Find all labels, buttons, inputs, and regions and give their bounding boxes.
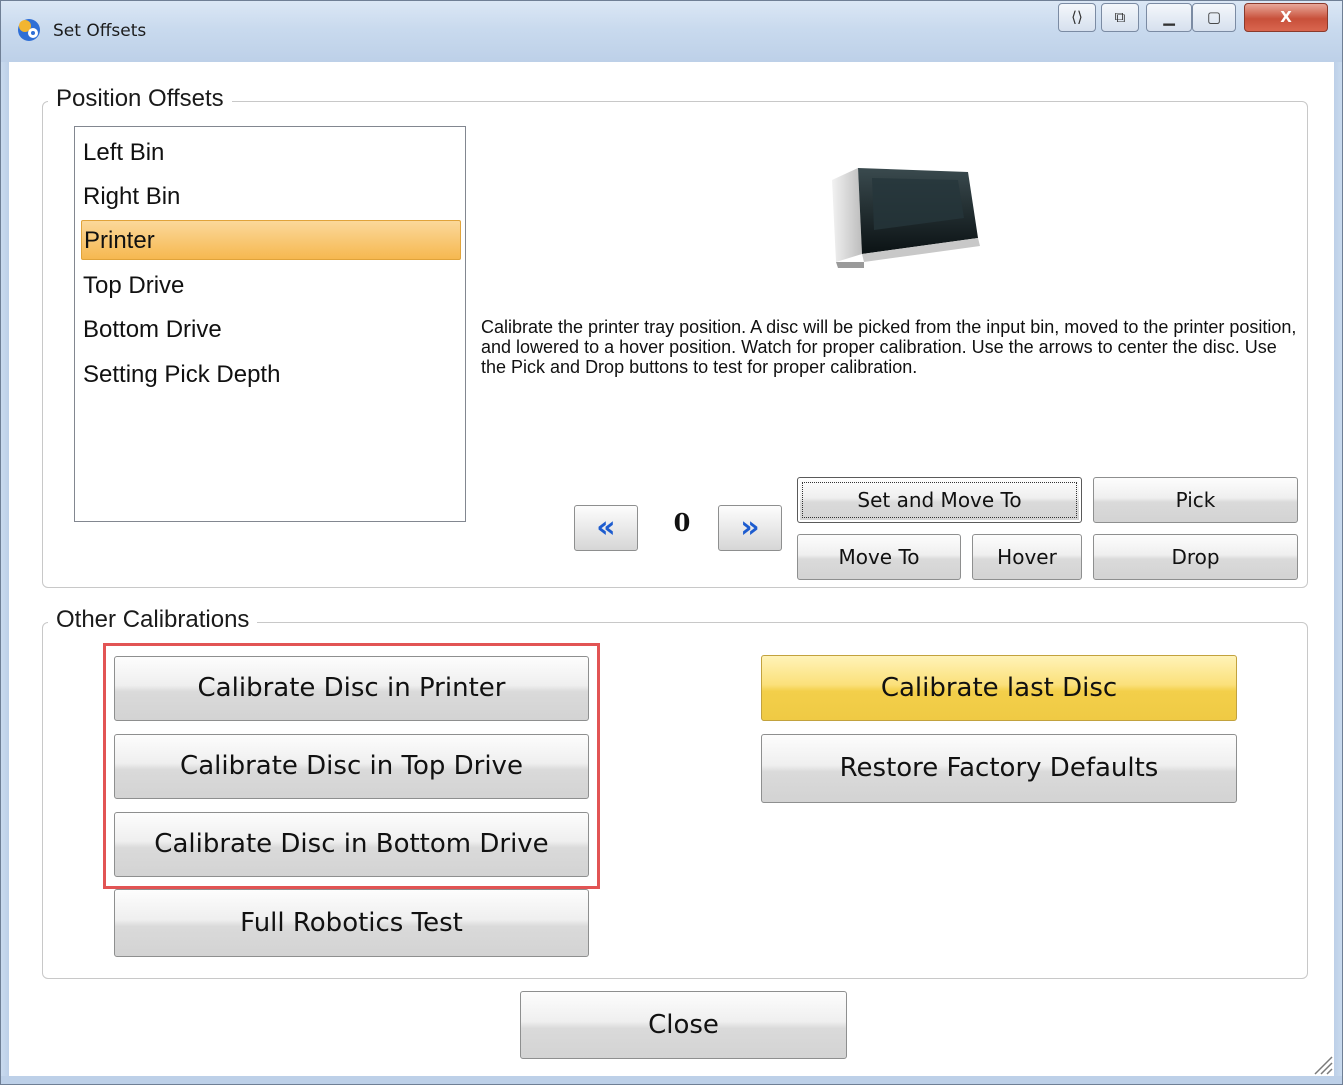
full-robotics-test-button[interactable]: Full Robotics Test <box>114 889 589 957</box>
calibration-description: Calibrate the printer tray position. A d… <box>481 317 1297 377</box>
double-chevron-left-icon: « <box>596 510 616 545</box>
offset-value: 0 <box>673 508 691 537</box>
list-item-left-bin[interactable]: Left Bin <box>81 133 461 173</box>
list-item-printer[interactable]: Printer <box>81 220 461 260</box>
printer-image <box>832 168 980 268</box>
position-offsets-label: Position Offsets <box>48 85 232 113</box>
full-robotics-test-label: Full Robotics Test <box>240 908 463 938</box>
list-item-right-bin[interactable]: Right Bin <box>81 177 461 217</box>
pick-button[interactable]: Pick <box>1093 477 1298 523</box>
calibrate-last-disc-label: Calibrate last Disc <box>880 673 1118 703</box>
calibrate-disc-in-top-drive-button[interactable]: Calibrate Disc in Top Drive <box>114 734 589 799</box>
increase-offset-button[interactable]: » <box>718 505 782 551</box>
dock-icon: ⟨⟩ <box>1071 8 1083 26</box>
calibrate-disc-in-printer-label: Calibrate Disc in Printer <box>197 673 506 703</box>
move-to-button[interactable]: Move To <box>797 534 961 580</box>
minimize-icon: ▁ <box>1163 8 1175 26</box>
set-and-move-to-label: Set and Move To <box>857 488 1022 512</box>
maximize-icon: ▢ <box>1206 8 1222 26</box>
title-bar[interactable]: Set Offsets ⟨⟩ ⧉ ▁ ▢ X <box>1 1 1342 62</box>
calibrate-last-disc-button[interactable]: Calibrate last Disc <box>761 655 1237 721</box>
decrease-offset-button[interactable]: « <box>574 505 638 551</box>
list-item-setting-pick-depth[interactable]: Setting Pick Depth <box>81 355 461 395</box>
drop-button[interactable]: Drop <box>1093 534 1298 580</box>
app-icon <box>18 19 40 41</box>
snap-button[interactable]: ⧉ <box>1101 3 1139 32</box>
restore-factory-defaults-label: Restore Factory Defaults <box>839 753 1159 783</box>
dock-button[interactable]: ⟨⟩ <box>1058 3 1096 32</box>
close-button[interactable]: Close <box>520 991 847 1059</box>
snap-icon: ⧉ <box>1114 8 1126 26</box>
window-title: Set Offsets <box>53 21 147 41</box>
double-chevron-right-icon: » <box>740 510 760 545</box>
list-item-bottom-drive[interactable]: Bottom Drive <box>81 310 461 350</box>
move-to-label: Move To <box>838 545 920 569</box>
restore-factory-defaults-button[interactable]: Restore Factory Defaults <box>761 734 1237 803</box>
window-frame-left <box>1 62 9 1084</box>
maximize-button[interactable]: ▢ <box>1192 3 1236 32</box>
drop-label: Drop <box>1171 545 1220 569</box>
hover-button[interactable]: Hover <box>972 534 1082 580</box>
position-list[interactable]: Left Bin Right Bin Printer Top Drive Bot… <box>74 126 466 522</box>
list-item-top-drive[interactable]: Top Drive <box>81 266 461 306</box>
close-window-button[interactable]: X <box>1244 3 1328 32</box>
calibrate-disc-in-bottom-drive-button[interactable]: Calibrate Disc in Bottom Drive <box>114 812 589 877</box>
hover-label: Hover <box>997 545 1057 569</box>
other-calibrations-label: Other Calibrations <box>48 606 258 634</box>
minimize-button[interactable]: ▁ <box>1146 3 1192 32</box>
calibrate-disc-in-printer-button[interactable]: Calibrate Disc in Printer <box>114 656 589 721</box>
close-icon: X <box>1280 8 1292 26</box>
calibrate-disc-in-top-drive-label: Calibrate Disc in Top Drive <box>180 751 523 781</box>
window-frame-right <box>1334 62 1342 1084</box>
set-and-move-to-button[interactable]: Set and Move To <box>797 477 1082 523</box>
pick-label: Pick <box>1175 488 1216 512</box>
resize-grip-icon[interactable] <box>1311 1053 1333 1075</box>
window-frame-bottom <box>1 1076 1342 1084</box>
close-label: Close <box>648 1010 719 1040</box>
calibrate-disc-in-bottom-drive-label: Calibrate Disc in Bottom Drive <box>154 829 549 859</box>
